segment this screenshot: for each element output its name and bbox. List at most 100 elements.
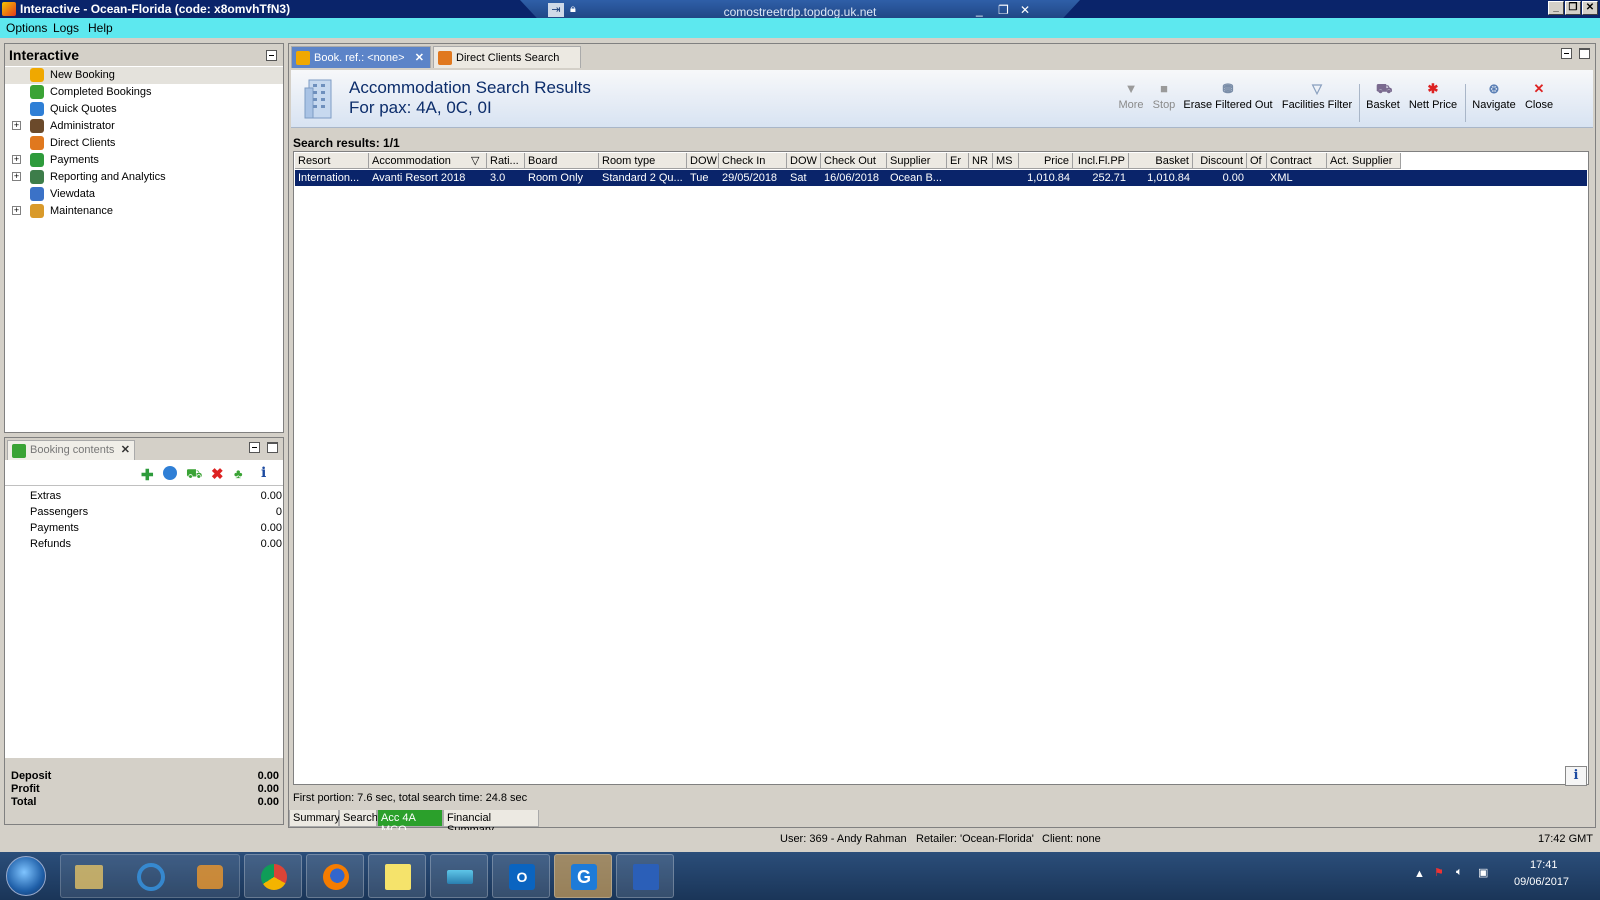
- network-icon[interactable]: ▣: [1478, 866, 1488, 879]
- booking-row-payments: Payments 0.00: [30, 522, 282, 538]
- nav-panel-header: Interactive: [5, 44, 283, 66]
- clock-time[interactable]: 17:41: [1530, 859, 1558, 871]
- booking-total-value: 0.00: [257, 796, 279, 808]
- column-header[interactable]: NR: [969, 153, 993, 169]
- folder-icon[interactable]: [75, 865, 103, 889]
- nav-item-label: Direct Clients: [50, 137, 116, 149]
- clock-date[interactable]: 09/06/2017: [1514, 876, 1569, 888]
- nav-item-administrator[interactable]: + Administrator: [5, 118, 283, 135]
- more-button[interactable]: ▼ More: [1117, 82, 1145, 126]
- taskbar-notes[interactable]: [368, 854, 426, 898]
- column-header[interactable]: Price: [1019, 153, 1073, 169]
- nav-item-reporting-and-analytics[interactable]: + Reporting and Analytics: [5, 169, 283, 186]
- main-maximize-button[interactable]: [1579, 48, 1590, 59]
- close-results-button[interactable]: ✕ Close: [1523, 82, 1555, 126]
- globe-icon[interactable]: [163, 466, 177, 480]
- close-tab-icon[interactable]: ✕: [121, 443, 130, 456]
- media-player-icon[interactable]: [197, 865, 223, 889]
- info-icon[interactable]: i: [261, 465, 266, 481]
- nav-item-quick-quotes[interactable]: Quick Quotes: [5, 101, 283, 118]
- internet-explorer-icon[interactable]: [137, 863, 165, 891]
- column-header[interactable]: Check Out: [821, 153, 887, 169]
- column-header[interactable]: Rati...: [487, 153, 525, 169]
- rdp-close-button[interactable]: ✕: [1020, 3, 1030, 17]
- booking-total-value: 0.00: [257, 770, 279, 782]
- erase-filtered-out-button[interactable]: ⛃ Erase Filtered Out: [1183, 82, 1273, 126]
- menu-help[interactable]: Help: [88, 21, 113, 35]
- navigate-button[interactable]: ⊛ Navigate: [1471, 82, 1517, 126]
- column-header[interactable]: Er: [947, 153, 969, 169]
- expand-icon[interactable]: +: [12, 121, 21, 130]
- restore-button[interactable]: ❐: [1565, 1, 1581, 15]
- column-header[interactable]: DOW: [687, 153, 719, 169]
- nav-panel-title: Interactive: [9, 47, 80, 63]
- close-tab-icon[interactable]: ✕: [415, 51, 424, 64]
- facilities-filter-button[interactable]: ▽ Facilities Filter: [1281, 82, 1353, 126]
- menu-options[interactable]: Options: [6, 21, 47, 35]
- column-header[interactable]: Board: [525, 153, 599, 169]
- column-header[interactable]: Supplier: [887, 153, 947, 169]
- main-minimize-button[interactable]: [1561, 48, 1572, 59]
- column-header[interactable]: Contract: [1267, 153, 1327, 169]
- booking-contents-tab[interactable]: Booking contents ✕: [7, 440, 135, 460]
- taskbar-chrome[interactable]: [244, 854, 302, 898]
- column-header[interactable]: Of: [1247, 153, 1267, 169]
- add-icon[interactable]: ✚: [141, 466, 154, 484]
- tab-direct-clients-search[interactable]: Direct Clients Search: [433, 46, 581, 68]
- down-arrow-icon: ▼: [1124, 81, 1138, 96]
- column-header[interactable]: Incl.Fl.PP: [1073, 153, 1129, 169]
- start-button[interactable]: [6, 856, 46, 896]
- booking-divider: [5, 485, 283, 486]
- booking-maximize-button[interactable]: [267, 442, 278, 453]
- expand-icon[interactable]: +: [12, 206, 21, 215]
- expand-icon[interactable]: +: [12, 155, 21, 164]
- column-header[interactable]: Accommodation: [369, 153, 487, 169]
- bottom-tab-search[interactable]: Search: [339, 810, 378, 827]
- column-header[interactable]: MS: [993, 153, 1019, 169]
- tab-booking-ref[interactable]: Book. ref.: <none> ✕: [291, 46, 431, 68]
- delete-icon[interactable]: ✖: [211, 465, 224, 483]
- taskbar-app[interactable]: [430, 854, 488, 898]
- stop-button[interactable]: ■ Stop: [1151, 82, 1177, 126]
- nav-minimize-button[interactable]: [266, 50, 277, 61]
- flag-icon[interactable]: ⚑: [1434, 866, 1444, 879]
- taskbar-active-app[interactable]: G: [554, 854, 612, 898]
- column-header[interactable]: Room type: [599, 153, 687, 169]
- taskbar-outlook[interactable]: O: [492, 854, 550, 898]
- remote-desktop-icon: [633, 864, 659, 890]
- palm-icon[interactable]: ♣: [234, 466, 243, 481]
- close-window-button[interactable]: ✕: [1582, 1, 1598, 15]
- column-header[interactable]: Basket: [1129, 153, 1193, 169]
- taskbar-remote-desktop[interactable]: [616, 854, 674, 898]
- column-header[interactable]: Resort: [295, 153, 369, 169]
- nav-item-new-booking[interactable]: New Booking: [5, 67, 283, 84]
- info-button[interactable]: i: [1565, 766, 1587, 786]
- tray-expand-icon[interactable]: ▲: [1414, 868, 1425, 880]
- menu-logs[interactable]: Logs: [53, 21, 79, 35]
- minimize-button[interactable]: _: [1548, 1, 1564, 15]
- rdp-minimize-button[interactable]: _: [976, 3, 983, 17]
- nav-item-viewdata[interactable]: Viewdata: [5, 186, 283, 203]
- nav-item-payments[interactable]: + Payments: [5, 152, 283, 169]
- results-grid[interactable]: Resort Accommodation Rati... Board Room type…: [293, 151, 1589, 785]
- column-header[interactable]: Discount: [1193, 153, 1247, 169]
- rdp-restore-button[interactable]: ❐: [998, 3, 1009, 17]
- nav-item-completed-bookings[interactable]: Completed Bookings: [5, 84, 283, 101]
- expand-icon[interactable]: +: [12, 172, 21, 181]
- bottom-tab-financial-summary[interactable]: Financial Summary: [443, 810, 539, 836]
- column-filter-icon[interactable]: ▽: [471, 154, 479, 167]
- bottom-tab-acc-4a-mco[interactable]: Acc 4A MCO: [377, 810, 443, 836]
- column-header[interactable]: Act. Supplier: [1327, 153, 1401, 169]
- taskbar-firefox[interactable]: [306, 854, 364, 898]
- table-row[interactable]: Internation... Avanti Resort 2018 3.0 Room …: [295, 170, 1587, 186]
- bottom-tab-summary[interactable]: Summary: [289, 810, 340, 827]
- basket-add-icon[interactable]: ⛟: [186, 466, 202, 484]
- column-header[interactable]: Check In: [719, 153, 787, 169]
- column-header[interactable]: DOW: [787, 153, 821, 169]
- nav-item-direct-clients[interactable]: Direct Clients: [5, 135, 283, 152]
- nav-item-maintenance[interactable]: + Maintenance: [5, 203, 283, 220]
- nett-price-button[interactable]: ✱ Nett Price: [1407, 82, 1459, 126]
- basket-button[interactable]: ⛟ Basket: [1365, 82, 1401, 126]
- speaker-icon[interactable]: 🔈︎: [1456, 866, 1463, 879]
- booking-minimize-button[interactable]: [249, 442, 260, 453]
